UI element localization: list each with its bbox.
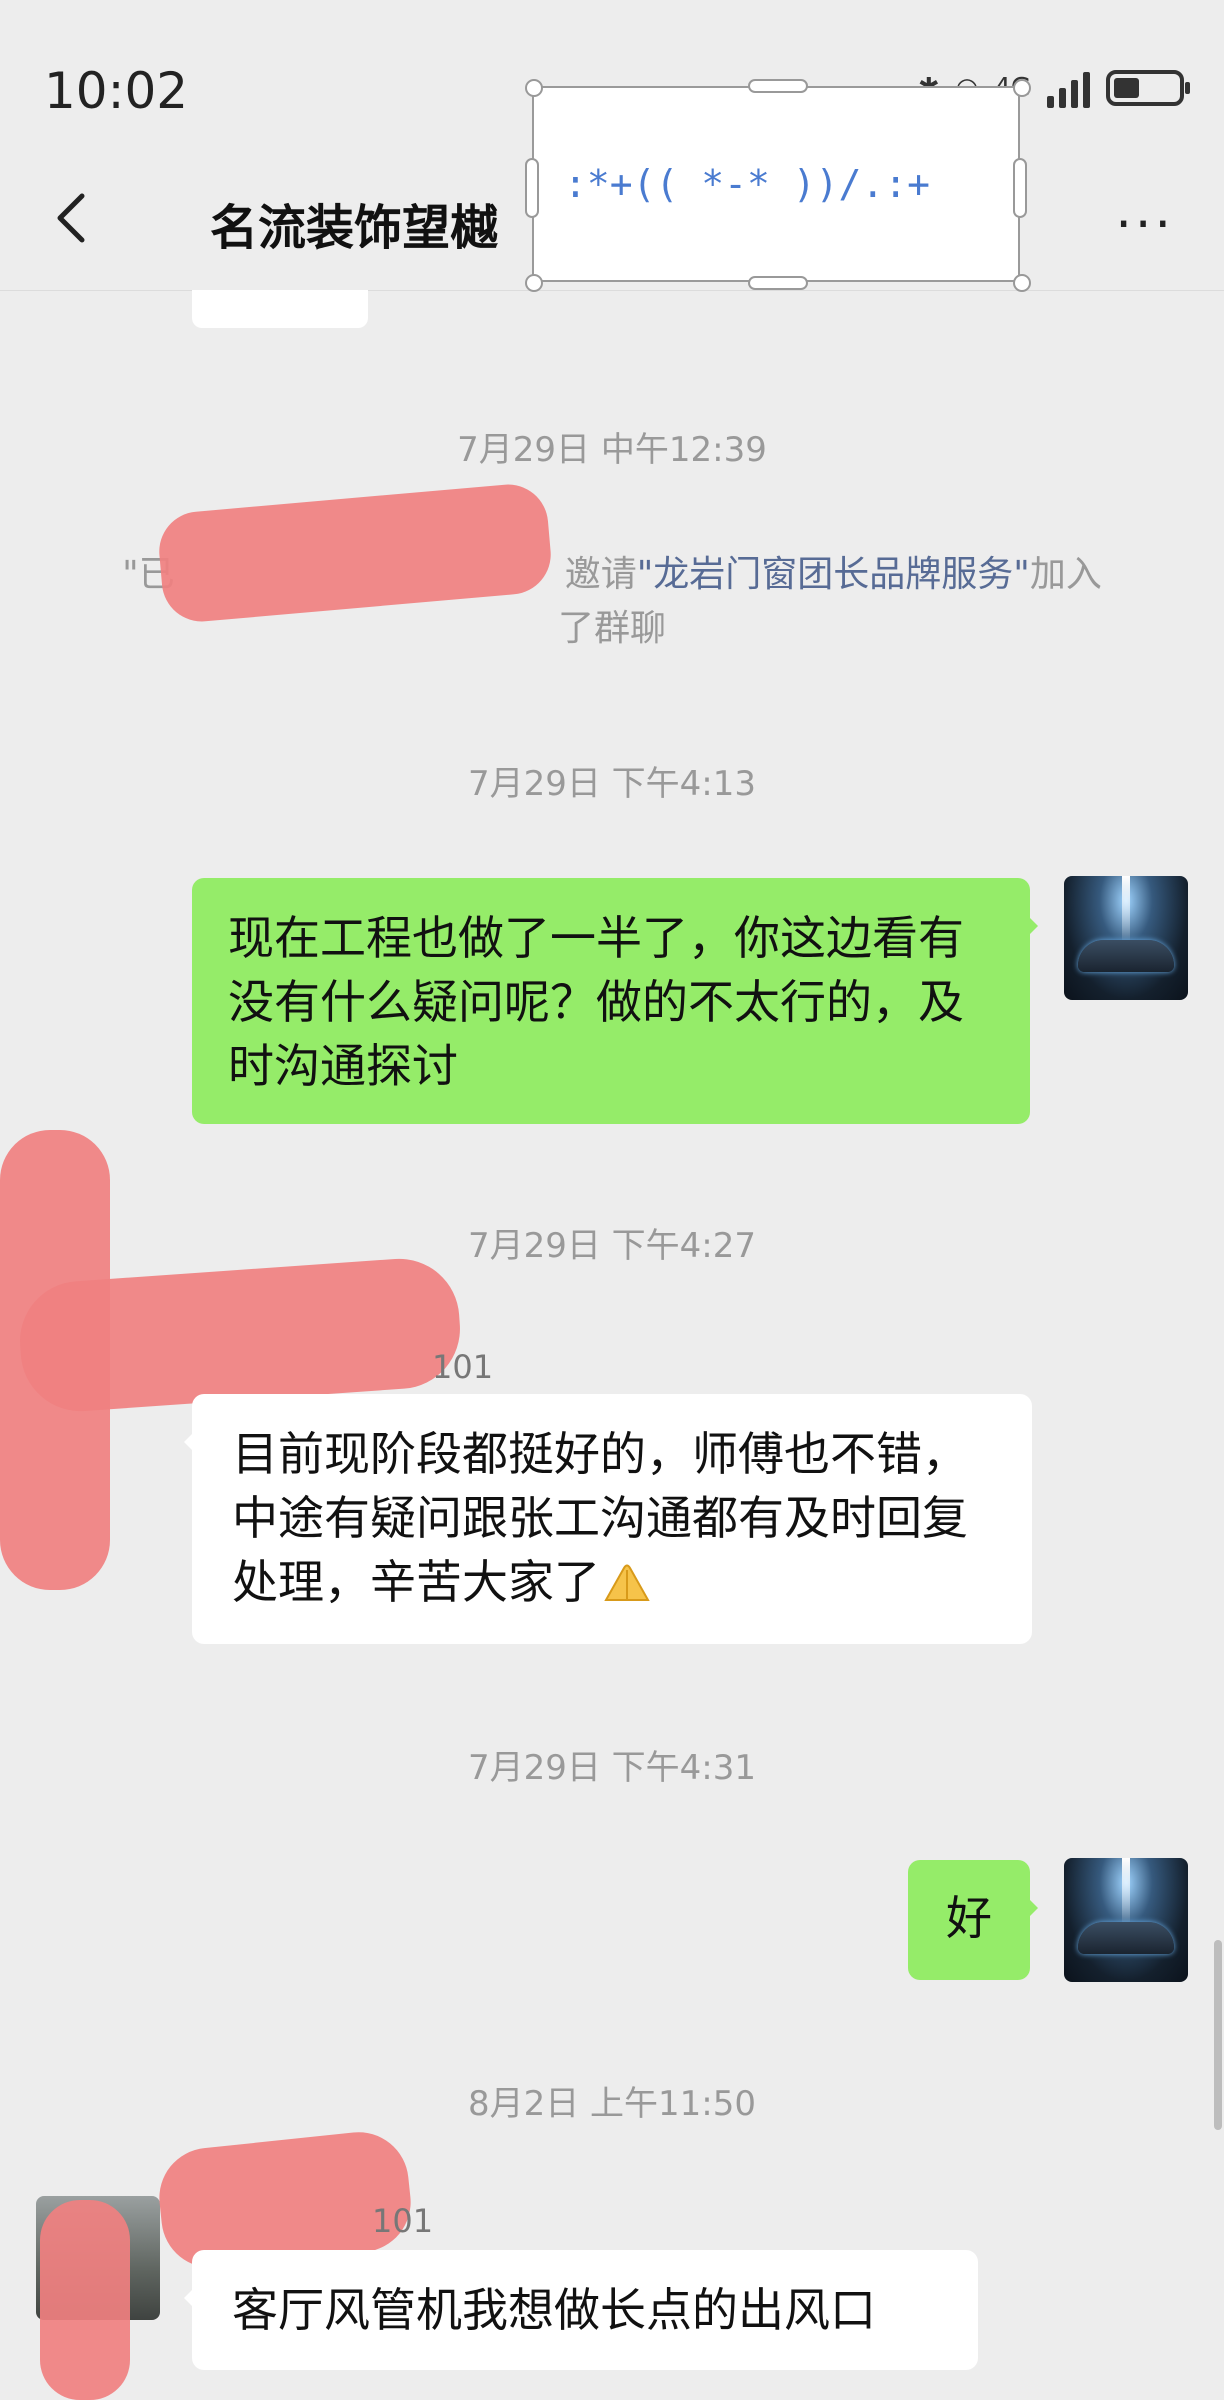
resize-handle[interactable] — [1013, 158, 1027, 218]
back-icon[interactable] — [44, 188, 104, 248]
system-text: 了群聊 — [557, 608, 666, 649]
text-sticker-overlay[interactable]: :*+(( *-* ))/.:+ — [532, 86, 1020, 282]
sender-name: 101 — [372, 2202, 434, 2240]
sticker-text: :*+(( *-* ))/.:+ — [564, 162, 931, 206]
message-bubble-received[interactable]: 客厅风管机我想做长点的出风口 — [184, 2250, 978, 2370]
signal-icon — [1047, 68, 1090, 108]
timestamp: 8月2日 上午11:50 — [467, 2084, 757, 2124]
resize-handle[interactable] — [525, 158, 539, 218]
more-icon[interactable]: ··· — [1115, 195, 1174, 255]
timestamp: 7月29日 下午4:27 — [467, 1226, 757, 1266]
resize-handle[interactable] — [1013, 274, 1031, 292]
my-avatar[interactable] — [1064, 1858, 1188, 1982]
resize-handle[interactable] — [1013, 79, 1031, 97]
group-member-name[interactable]: "龙岩门窗团长品牌服务" — [637, 554, 1030, 595]
redaction-mark — [40, 2200, 130, 2400]
battery-icon — [1106, 70, 1190, 106]
my-avatar[interactable] — [1064, 876, 1188, 1000]
message-bubble-partial — [192, 290, 368, 328]
scrollbar[interactable] — [1214, 1940, 1222, 2130]
sender-name: 101 — [432, 1348, 494, 1386]
folded-hands-icon — [604, 1564, 650, 1601]
timestamp: 7月29日 下午4:31 — [467, 1748, 757, 1788]
message-bubble-sent[interactable]: 现在工程也做了一半了，你这边看有没有什么疑问呢？做的不太行的，及时沟通探讨 — [192, 878, 1038, 1124]
timestamp: 7月29日 中午12:39 — [457, 430, 767, 470]
message-bubble-sent[interactable]: 好 — [908, 1860, 1038, 1980]
resize-handle[interactable] — [525, 274, 543, 292]
timestamp: 7月29日 下午4:13 — [467, 764, 757, 804]
resize-handle[interactable] — [748, 276, 808, 290]
resize-handle[interactable] — [525, 79, 543, 97]
chat-title: 名流装饰望樾 — [210, 200, 499, 256]
message-bubble-received[interactable]: 目前现阶段都挺好的，师傅也不错，中途有疑问跟张工沟通都有及时回复处理，辛苦大家了 — [184, 1394, 1032, 1644]
status-time: 10:02 — [44, 62, 189, 120]
resize-handle[interactable] — [748, 79, 808, 93]
system-text: 邀请 — [564, 554, 637, 595]
system-text: 加入 — [1029, 554, 1102, 595]
